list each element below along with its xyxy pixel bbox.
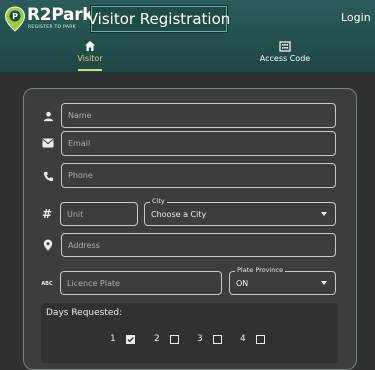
- plate-province-value: ON: [236, 278, 249, 288]
- licence-plate-placeholder: Licence Plate: [67, 278, 120, 288]
- name-field[interactable]: Name: [61, 103, 336, 128]
- checkmark-icon: [127, 336, 134, 342]
- tab-access-code-label: Access Code: [259, 54, 311, 63]
- page-title-text: Visitor Registration: [87, 10, 231, 28]
- email-field[interactable]: Email: [61, 131, 336, 156]
- active-tab-indicator: [78, 69, 102, 71]
- phone-placeholder: Phone: [68, 171, 93, 180]
- app-header: P R2Park REGISTER TO PARK Visitor Regist…: [0, 0, 375, 73]
- plate-province-label: Plate Province: [235, 266, 285, 274]
- location-pin-icon: [42, 239, 54, 251]
- login-link[interactable]: Login: [341, 11, 371, 24]
- days-requested-label: Days Requested:: [46, 308, 123, 318]
- day-2-checkbox[interactable]: [169, 334, 179, 344]
- day-4-checkbox[interactable]: [255, 334, 265, 344]
- phone-icon: [42, 170, 54, 182]
- day-option-2[interactable]: 2: [154, 334, 179, 344]
- tab-access-code[interactable]: Access Code: [245, 40, 325, 72]
- page-title: Visitor Registration: [88, 6, 230, 32]
- day-option-4[interactable]: 4: [240, 334, 265, 344]
- day-3-label: 3: [197, 334, 203, 344]
- tab-visitor[interactable]: Visitor: [60, 40, 120, 72]
- day-option-1[interactable]: 1: [110, 334, 135, 344]
- unit-placeholder: Unit: [67, 209, 84, 219]
- day-option-3[interactable]: 3: [197, 334, 222, 344]
- svg-text:P: P: [12, 12, 18, 21]
- day-1-checkbox[interactable]: [125, 334, 135, 344]
- unit-field[interactable]: Unit: [60, 202, 138, 226]
- day-2-label: 2: [154, 334, 160, 344]
- city-value: Choose a City: [151, 209, 207, 219]
- days-requested-section: Days Requested: 1 2 3 4: [41, 303, 338, 363]
- email-placeholder: Email: [68, 139, 91, 148]
- r2park-logo[interactable]: P R2Park REGISTER TO PARK: [4, 4, 96, 34]
- day-4-label: 4: [240, 334, 246, 344]
- address-placeholder: Address: [68, 240, 100, 250]
- name-placeholder: Name: [68, 111, 92, 120]
- city-select[interactable]: City Choose a City: [144, 197, 336, 226]
- plate-province-select[interactable]: Plate Province ON: [229, 266, 336, 295]
- dropdown-arrow-icon: [321, 281, 327, 285]
- abc-icon: ABC: [41, 281, 53, 287]
- building-icon: [279, 41, 291, 52]
- phone-field[interactable]: Phone: [61, 163, 336, 188]
- logo-tagline: REGISTER TO PARK: [28, 25, 76, 30]
- location-pin-logo-icon: P: [4, 6, 26, 32]
- hash-icon: #: [41, 207, 53, 221]
- person-icon: [42, 110, 54, 122]
- address-field[interactable]: Address: [61, 233, 336, 257]
- licence-plate-field[interactable]: Licence Plate: [60, 271, 222, 295]
- day-1-label: 1: [110, 334, 116, 344]
- tab-visitor-label: Visitor: [77, 54, 103, 63]
- email-icon: [42, 137, 54, 149]
- home-icon: [85, 41, 95, 51]
- day-3-checkbox[interactable]: [212, 334, 222, 344]
- logo-text: R2Park: [27, 5, 94, 25]
- dropdown-arrow-icon: [321, 212, 327, 216]
- city-label: City: [150, 197, 167, 205]
